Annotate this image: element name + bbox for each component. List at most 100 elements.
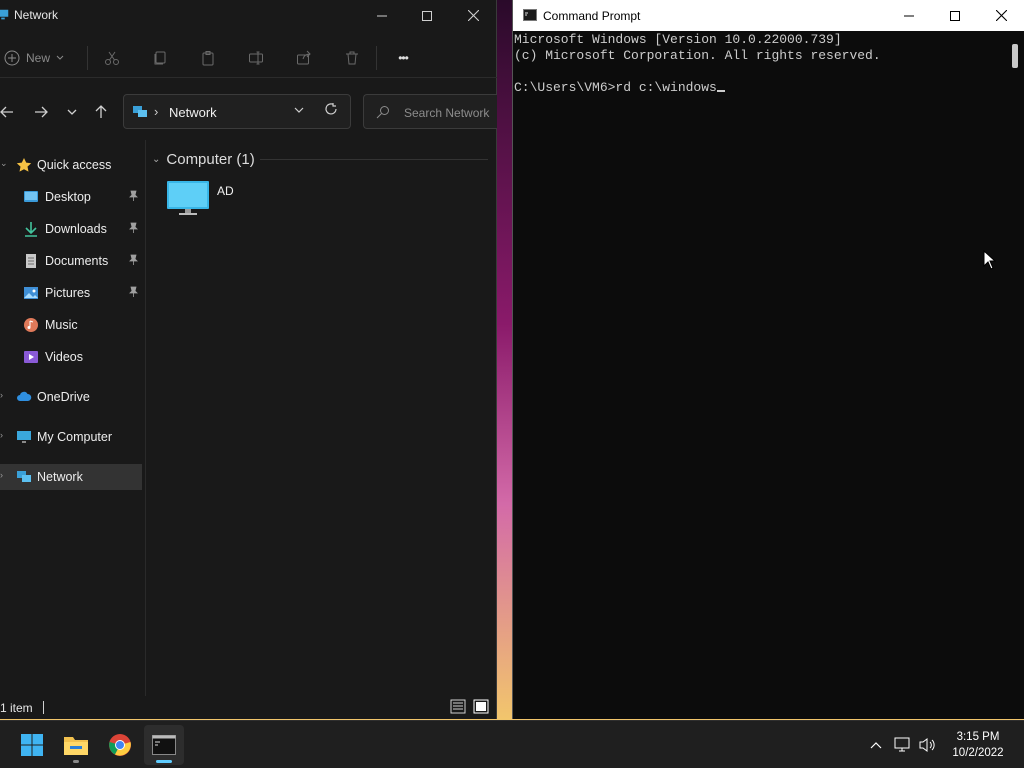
search-input[interactable]: Search Network	[363, 94, 497, 129]
console-line: (c) Microsoft Corporation. All rights re…	[514, 48, 881, 63]
minimize-icon	[377, 15, 387, 16]
system-clock[interactable]: 3:15 PM 10/2/2022	[944, 729, 1012, 761]
nav-item-pictures[interactable]: Pictures	[0, 280, 142, 306]
paste-button[interactable]	[198, 48, 218, 68]
folder-icon	[64, 737, 88, 755]
share-button[interactable]	[294, 48, 314, 68]
toolbar-separator	[376, 46, 377, 70]
nav-item-documents[interactable]: Documents	[0, 248, 142, 274]
running-indicator	[156, 760, 172, 763]
nav-item-videos[interactable]: Videos	[0, 344, 142, 370]
nav-item-downloads[interactable]: Downloads	[0, 216, 142, 242]
copy-button[interactable]	[150, 48, 170, 68]
file-item-computer[interactable]: AD	[166, 179, 246, 223]
nav-item-network[interactable]: › Network	[0, 464, 142, 490]
forward-button[interactable]	[31, 102, 51, 122]
pin-icon	[129, 254, 138, 265]
breadcrumb-location[interactable]: Network	[169, 105, 217, 120]
nav-item-my-computer[interactable]: › My Computer	[0, 424, 142, 450]
chevron-up-icon	[870, 742, 882, 749]
start-button[interactable]	[12, 725, 52, 765]
clock-date: 10/2/2022	[952, 747, 1004, 759]
maximize-button[interactable]	[404, 0, 450, 31]
desktop-icon	[24, 191, 38, 202]
cmd-titlebar[interactable]: Command Prompt	[513, 0, 1024, 31]
scrollbar-thumb[interactable]	[1012, 44, 1018, 68]
explorer-toolbar: New •••	[0, 38, 497, 78]
details-view-button[interactable]	[450, 699, 466, 719]
nav-item-label: Downloads	[45, 222, 107, 236]
scissors-icon	[105, 51, 119, 65]
group-header[interactable]: ⌄ Computer (1)	[152, 151, 255, 168]
file-item-label: AD	[217, 184, 234, 198]
item-count: 1 item	[0, 701, 33, 715]
rename-button[interactable]	[246, 48, 266, 68]
status-bar: 1 item	[0, 698, 497, 718]
minimize-button[interactable]	[886, 0, 932, 31]
pin-icon	[129, 190, 138, 201]
chevron-down-icon	[294, 107, 304, 113]
delete-button[interactable]	[342, 48, 362, 68]
volume-button[interactable]	[918, 735, 938, 755]
maximize-icon	[422, 10, 432, 21]
minimize-button[interactable]	[359, 0, 405, 31]
pin-icon	[129, 222, 138, 233]
nav-item-quick-access[interactable]: ⌄ Quick access	[0, 152, 142, 178]
nav-item-onedrive[interactable]: › OneDrive	[0, 384, 142, 410]
group-divider	[260, 159, 488, 160]
picture-icon	[24, 287, 38, 299]
recent-locations-button[interactable]	[62, 102, 82, 122]
more-options-button[interactable]: •••	[393, 48, 413, 68]
cmd-title: Command Prompt	[543, 9, 641, 23]
document-icon	[26, 254, 36, 268]
chevron-right-icon: ›	[0, 470, 3, 480]
minimize-icon	[904, 15, 914, 16]
nav-item-label: Desktop	[45, 190, 91, 204]
file-explorer-window: Network New ••• › Network Search Network…	[0, 0, 497, 719]
terminal-icon	[152, 735, 176, 755]
explorer-titlebar[interactable]: Network	[0, 0, 497, 31]
arrow-right-icon	[35, 106, 48, 118]
close-button[interactable]	[450, 0, 496, 31]
new-button[interactable]: New	[4, 48, 64, 68]
cmd-console[interactable]: Microsoft Windows [Version 10.0.22000.73…	[513, 31, 1009, 719]
chevron-right-icon: ›	[0, 390, 3, 400]
taskbar-command-prompt[interactable]	[144, 725, 184, 765]
search-placeholder: Search Network	[404, 106, 490, 120]
show-hidden-icons-button[interactable]	[866, 735, 886, 755]
pane-divider[interactable]	[145, 140, 146, 696]
back-button[interactable]	[0, 102, 17, 122]
maximize-button[interactable]	[932, 0, 978, 31]
console-prompt-line: C:\Users\VM6>rd c:\windows	[514, 80, 1009, 96]
nav-item-desktop[interactable]: Desktop	[0, 184, 142, 210]
maximize-icon	[950, 10, 960, 21]
copy-icon	[154, 51, 166, 65]
nav-item-music[interactable]: Music	[0, 312, 142, 338]
address-dropdown-button[interactable]	[294, 105, 304, 117]
taskbar-chrome[interactable]	[100, 725, 140, 765]
new-button-label: New	[26, 51, 51, 65]
network-status-button[interactable]	[893, 735, 913, 755]
console-line: Microsoft Windows [Version 10.0.22000.73…	[514, 32, 842, 47]
video-icon	[24, 351, 38, 363]
mouse-pointer-icon	[983, 250, 996, 270]
running-indicator	[73, 760, 79, 763]
trash-icon	[346, 51, 358, 65]
chevron-down-icon	[56, 55, 64, 60]
nav-item-label: Pictures	[45, 286, 91, 300]
up-button[interactable]	[91, 102, 111, 122]
details-view-icon	[450, 699, 466, 714]
cut-button[interactable]	[102, 48, 122, 68]
arrow-up-icon	[95, 105, 107, 118]
close-button[interactable]	[978, 0, 1024, 31]
address-bar[interactable]: › Network	[123, 94, 351, 129]
more-icon: •••	[398, 51, 409, 65]
download-icon	[25, 222, 37, 237]
chevron-down-icon: ⌄	[152, 154, 161, 165]
taskbar-file-explorer[interactable]	[56, 725, 96, 765]
paste-icon	[202, 51, 214, 66]
network-icon	[133, 106, 147, 117]
tiles-view-button[interactable]	[473, 699, 489, 719]
refresh-button[interactable]	[324, 102, 338, 120]
